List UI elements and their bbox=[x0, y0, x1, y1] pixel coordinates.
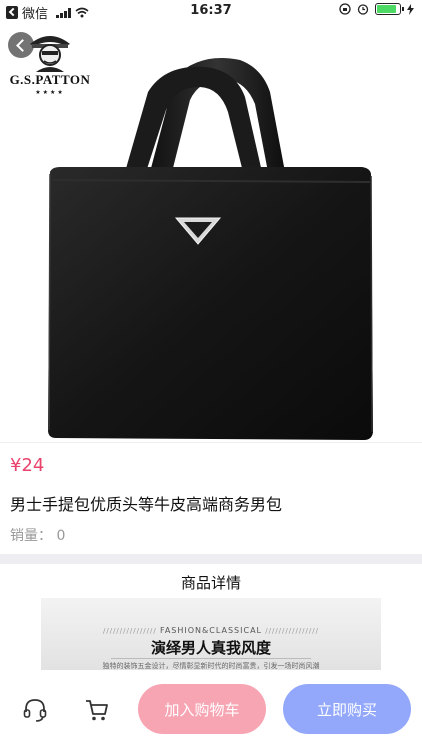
add-to-cart-button[interactable]: 加入购物车 bbox=[138, 684, 266, 734]
brand-name: G.S.PATTON bbox=[9, 72, 91, 87]
customer-service-button[interactable] bbox=[17, 692, 53, 728]
banner-headline: 演绎男人真我风度 bbox=[150, 639, 271, 657]
product-title: 男士手提包优质头等牛皮高端商务男包 bbox=[10, 495, 283, 514]
banner-subtitle-text: FASHION&CLASSICAL bbox=[159, 626, 263, 635]
status-bar: 微信 16:37 bbox=[0, 0, 422, 22]
battery-icon bbox=[375, 3, 404, 15]
rotation-lock-icon bbox=[339, 3, 351, 15]
buy-now-button[interactable]: 立即购买 bbox=[283, 684, 411, 734]
banner-rule bbox=[111, 658, 311, 659]
brand-stars: ★★★★ bbox=[35, 89, 65, 96]
soldier-logo-icon bbox=[30, 36, 70, 72]
product-info: ¥24 男士手提包优质头等牛皮高端商务男包 销量： 0 bbox=[0, 442, 422, 554]
brand-logo: G.S.PATTON ★★★★ bbox=[4, 28, 96, 96]
details-heading: 商品详情 bbox=[180, 574, 241, 592]
alarm-icon bbox=[357, 4, 369, 15]
sales-count: 销量： 0 bbox=[10, 528, 66, 544]
bottom-action-bar: 加入购物车 立即购买 bbox=[0, 670, 422, 750]
headset-icon bbox=[23, 699, 47, 722]
product-price: ¥24 bbox=[10, 455, 45, 476]
banner-subtitle: //////////////// FASHION&CLASSICAL /////… bbox=[103, 626, 319, 635]
status-right bbox=[339, 3, 414, 15]
section-divider bbox=[0, 554, 422, 564]
details-banner: //////////////// FASHION&CLASSICAL /////… bbox=[41, 598, 381, 670]
cart-button[interactable] bbox=[79, 692, 115, 728]
banner-caption: 独特的装饰五金设计，尽情彰显新时代的时尚富贵，引发一场时尚风潮 bbox=[102, 662, 320, 670]
charging-icon bbox=[407, 3, 414, 15]
product-image[interactable]: G.S.PATTON ★★★★ bbox=[0, 22, 422, 442]
cart-icon bbox=[86, 700, 108, 721]
